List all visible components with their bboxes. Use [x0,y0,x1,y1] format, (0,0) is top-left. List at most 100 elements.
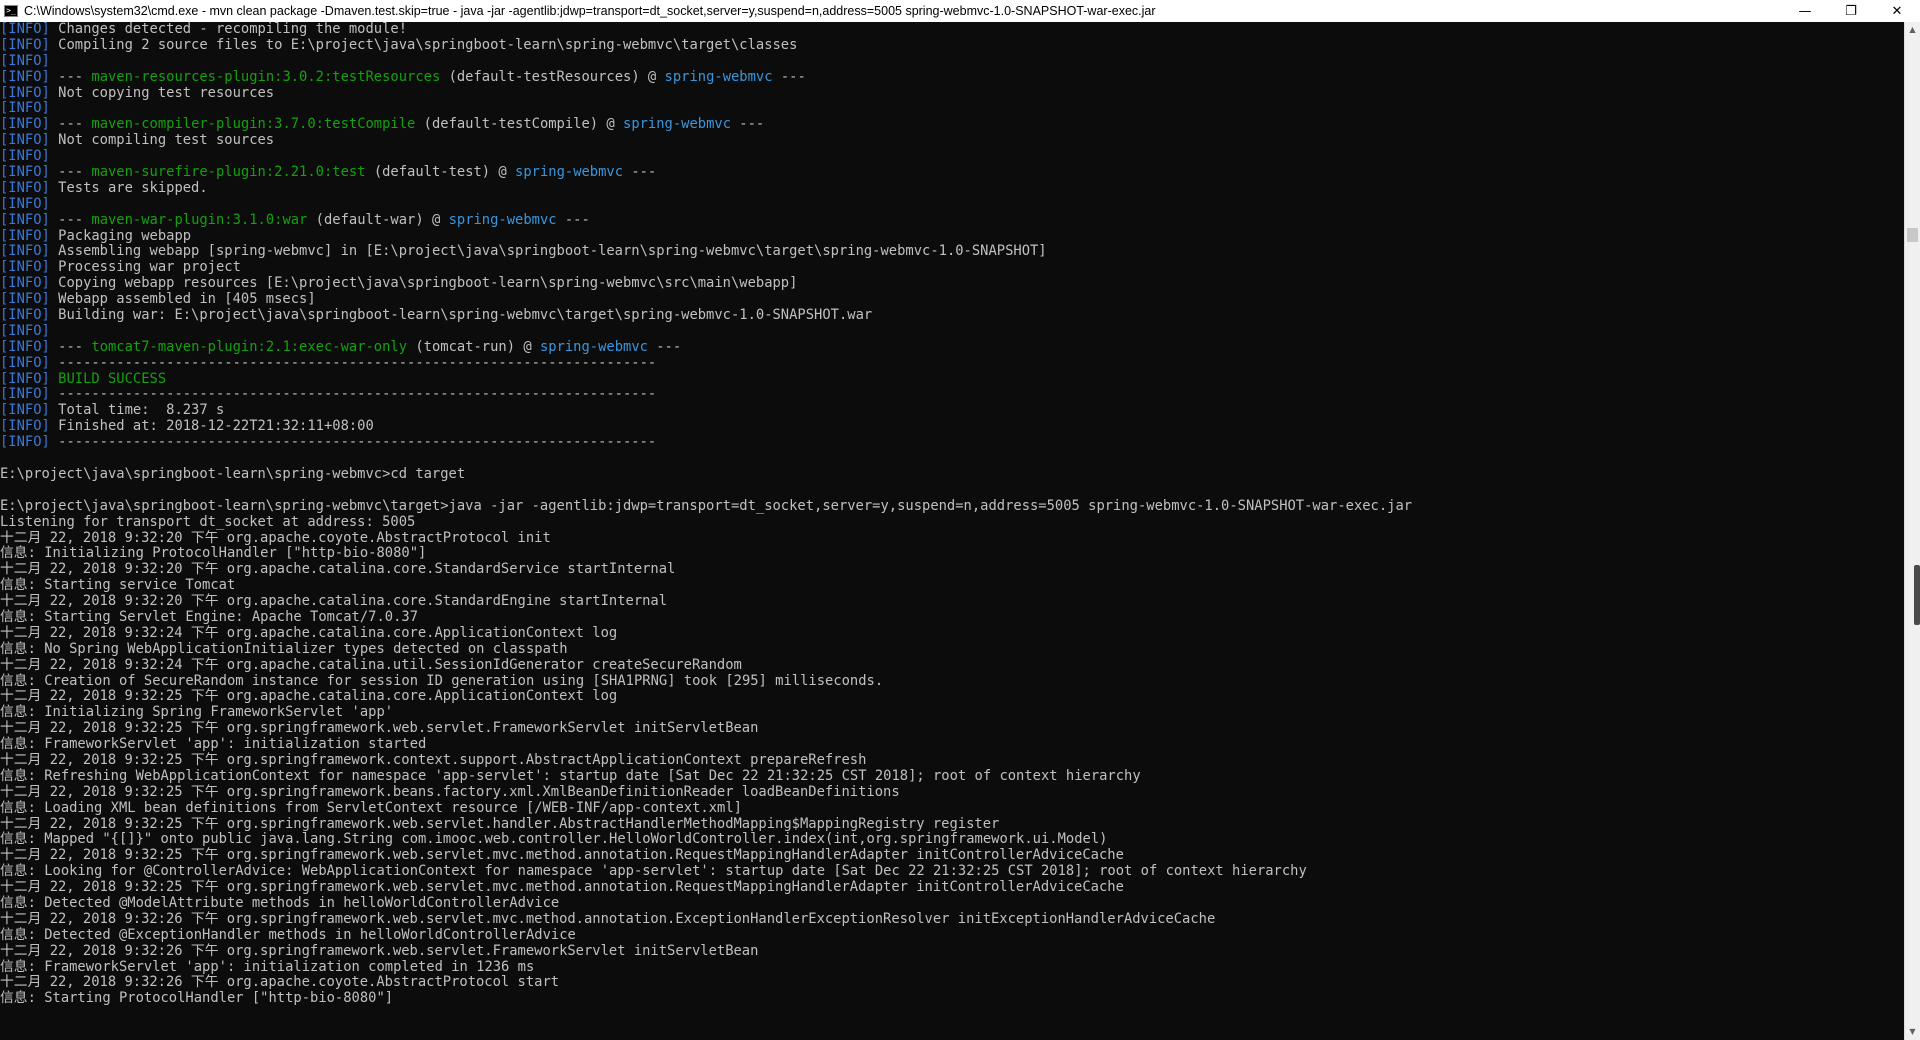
console-line: [INFO] [0,323,1904,340]
console-text: Packaging webapp [49,227,192,244]
console-line: [INFO] [0,195,1904,213]
console-text: --- [647,338,682,355]
scroll-up-arrow-icon[interactable]: ▲ [1905,22,1920,38]
console-output[interactable]: [INFO] Changes detected - recompiling th… [0,22,1904,1040]
log-level-tag: [INFO] [0,434,50,451]
console-line: [INFO] Packaging webapp [0,227,1904,245]
console-text: Assembling webapp [spring-webmvc] in [E:… [49,243,1047,260]
console-text: --- [49,164,92,181]
console-line: [INFO] Processing war project [0,259,1904,276]
console-line: 信息: Detected @ExceptionHandler methods i… [0,927,1904,944]
console-text: 信息: Looking for @ControllerAdvice: WebAp… [0,863,1307,880]
console-text: Processing war project [49,259,241,276]
log-level-tag: [INFO] [0,52,50,69]
console-line: 十二月 22, 2018 9:32:24 下午 org.apache.catal… [0,625,1904,642]
console-line: 信息: Starting service Tomcat [0,577,1904,594]
console-text: 十二月 22, 2018 9:32:20 下午 org.apache.catal… [0,593,668,610]
console-text: (default-testResources) @ [440,68,665,85]
console-line: 信息: Starting ProtocolHandler ["http-bio-… [0,990,1904,1007]
console-text: 信息: FrameworkServlet 'app': initializati… [0,736,427,753]
console-line: 十二月 22, 2018 9:32:20 下午 org.apache.coyot… [0,530,1904,547]
console-line: [INFO] [0,148,1904,165]
console-line: 十二月 22, 2018 9:32:24 下午 org.apache.catal… [0,657,1904,674]
log-level-tag: [INFO] [0,370,50,387]
log-level-tag: [INFO] [0,211,50,228]
console-line: 信息: Starting Servlet Engine: Apache Tomc… [0,609,1904,626]
vertical-scrollbar[interactable]: ▲ ▼ [1904,22,1920,1040]
log-level-tag: [INFO] [0,243,50,260]
console-text: 信息: Creation of SecureRandom instance fo… [0,672,884,689]
console-line: 信息: Creation of SecureRandom instance fo… [0,672,1904,690]
console-line: 十二月 22, 2018 9:32:25 下午 org.apache.catal… [0,688,1904,705]
console-line: [INFO] Finished at: 2018-12-22T21:32:11+… [0,418,1904,435]
console-text: Copying webapp resources [E:\project\jav… [49,275,798,292]
console-text: 十二月 22, 2018 9:32:20 下午 org.apache.catal… [0,561,676,578]
console-line: E:\project\java\springboot-learn\spring-… [0,466,1904,483]
maximize-button[interactable]: ❐ [1828,0,1874,22]
console-line: 十二月 22, 2018 9:32:26 下午 org.springframew… [0,910,1904,928]
window-title: C:\Windows\system32\cmd.exe - mvn clean … [24,4,1156,18]
log-level-tag: [INFO] [0,84,50,101]
console-line: 十二月 22, 2018 9:32:25 下午 org.springframew… [0,751,1904,769]
console-line: 十二月 22, 2018 9:32:26 下午 org.apache.coyot… [0,974,1904,991]
console-text: 十二月 22, 2018 9:32:25 下午 org.springframew… [0,879,1124,896]
console-text: E:\project\java\springboot-learn\spring-… [0,497,1413,514]
log-level-tag: [INFO] [0,354,50,371]
resize-handle[interactable] [1914,565,1920,625]
console-line: 信息: FrameworkServlet 'app': initializati… [0,959,1904,976]
console-text: --- [623,164,657,181]
log-level-tag: [INFO] [0,68,50,85]
console-text: maven-compiler-plugin:3.7.0:testCompile [91,116,416,133]
log-level-tag: [INFO] [0,259,50,276]
log-level-tag: [INFO] [0,386,50,403]
console-text: 信息: Initializing ProtocolHandler ["http-… [0,545,427,562]
log-level-tag: [INFO] [0,22,50,37]
console-line: 十二月 22, 2018 9:32:20 下午 org.apache.catal… [0,561,1904,578]
console-text: ----------------------------------------… [49,354,657,371]
console-text: (default-test) @ [365,164,516,181]
console-text: (default-war) @ [307,211,449,228]
log-level-tag: [INFO] [0,275,50,292]
console-text: Compiling 2 source files to E:\project\j… [49,36,798,53]
console-text: BUILD SUCCESS [58,370,167,387]
console-line: [INFO] Total time: 8.237 s [0,402,1904,419]
log-level-tag: [INFO] [0,148,50,165]
console-text: --- [49,338,92,355]
console-text: spring-webmvc [539,338,648,355]
console-text: 十二月 22, 2018 9:32:26 下午 org.springframew… [0,910,1216,927]
console-text: 十二月 22, 2018 9:32:26 下午 org.apache.coyot… [0,974,560,991]
console-text: (default-testCompile) @ [415,116,624,133]
console-text: 十二月 22, 2018 9:32:25 下午 org.springframew… [0,751,867,768]
console-line: 信息: No Spring WebApplicationInitializer … [0,640,1904,658]
console-line: 十二月 22, 2018 9:32:20 下午 org.apache.catal… [0,593,1904,610]
console-text: Total time: 8.237 s [49,402,225,419]
console-line: [INFO] Compiling 2 source files to E:\pr… [0,36,1904,54]
console-text: 十二月 22, 2018 9:32:25 下午 org.springframew… [0,847,1124,864]
console-text: spring-webmvc [515,164,624,181]
console-text: 十二月 22, 2018 9:32:26 下午 org.springframew… [0,942,759,959]
console-line: 十二月 22, 2018 9:32:25 下午 org.springframew… [0,720,1904,737]
close-button[interactable]: ✕ [1874,0,1920,22]
console-line: [INFO] --- maven-compiler-plugin:3.7.0:t… [0,116,1904,133]
minimize-button[interactable]: — [1782,0,1828,22]
console-line: 信息: Mapped "{[]}" onto public java.lang.… [0,831,1904,848]
console-text: 信息: Mapped "{[]}" onto public java.lang.… [0,831,1108,848]
console-text: Finished at: 2018-12-22T21:32:11+08:00 [49,418,374,435]
console-text: --- [49,68,92,85]
console-text: --- [556,211,590,228]
log-level-tag: [INFO] [0,164,50,181]
console-line: [INFO] Assembling webapp [spring-webmvc]… [0,244,1904,260]
console-line: 十二月 22, 2018 9:32:25 下午 org.springframew… [0,847,1904,864]
console-text: 信息: No Spring WebApplicationInitializer … [0,640,568,657]
title-bar[interactable]: >_ C:\Windows\system32\cmd.exe - mvn cle… [0,0,1920,22]
log-level-tag: [INFO] [0,116,50,133]
console-text: 信息: Initializing Spring FrameworkServlet… [0,704,394,721]
console-line: [INFO] --- maven-surefire-plugin:2.21.0:… [0,164,1904,181]
console-text: 信息: Detected @ModelAttribute methods in … [0,894,560,911]
scroll-thumb[interactable] [1907,228,1918,242]
console-line: Listening for transport dt_socket at add… [0,514,1904,531]
log-level-tag: [INFO] [0,179,50,196]
console-line: [INFO] Not compiling test sources [0,132,1904,149]
log-level-tag: [INFO] [0,195,50,212]
scroll-down-arrow-icon[interactable]: ▼ [1905,1024,1920,1040]
